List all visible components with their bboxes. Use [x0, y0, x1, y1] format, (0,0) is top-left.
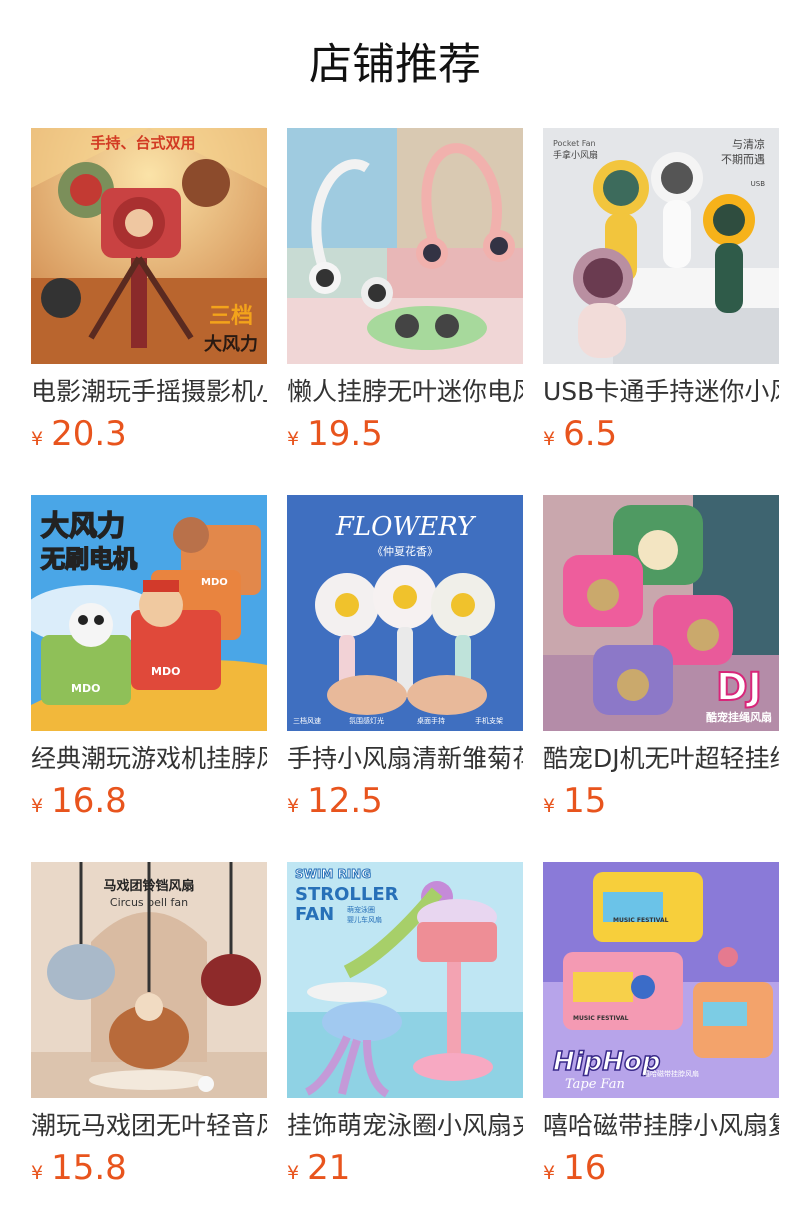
- image-text-8d: 萌宠泳圈: [347, 905, 375, 914]
- product-name[interactable]: 嘻哈磁带挂脖小风扇复古: [543, 1108, 779, 1144]
- price-value: 21: [307, 1148, 351, 1188]
- price-value: 16.8: [51, 781, 127, 821]
- product-price: ¥15: [543, 779, 606, 823]
- currency-symbol: ¥: [287, 428, 300, 450]
- image-text-3b: 手拿小风扇: [553, 149, 598, 161]
- price-value: 20.3: [51, 414, 127, 454]
- product-name[interactable]: 懒人挂脖无叶迷你电风扇: [287, 374, 523, 410]
- product-card-9[interactable]: HipHop Tape Fan MUSIC FESTIVAL MUSIC FES…: [543, 862, 779, 1192]
- image-text-3d: 不期而遇: [721, 153, 765, 166]
- image-text-5a: FLOWERY: [335, 512, 477, 542]
- image-text-4c: MDO: [71, 682, 100, 695]
- product-card-7[interactable]: 马戏团铃铛风扇 Circus bell fan 潮玩马戏团无叶轻音风扇 ¥15.…: [31, 862, 267, 1192]
- currency-symbol: ¥: [31, 795, 44, 817]
- image-text-1b: 三档: [209, 304, 253, 329]
- image-text-6b: 酷宠挂绳风扇: [706, 710, 772, 724]
- product-price: ¥21: [287, 1146, 350, 1190]
- product-card-8[interactable]: SWIM RING STROLLER FAN 萌宠泳圈 婴儿车风扇 挂饰萌宠泳圈…: [287, 862, 523, 1192]
- price-value: 15: [563, 781, 607, 821]
- currency-symbol: ¥: [287, 795, 300, 817]
- image-text-5e: 桌面手持: [417, 716, 445, 725]
- image-text-8c: FAN: [295, 904, 334, 925]
- currency-symbol: ¥: [543, 795, 556, 817]
- page-title: 店铺推荐: [309, 40, 481, 90]
- product-card-2[interactable]: 懒人挂脖无叶迷你电风扇 ¥19.5: [287, 128, 523, 458]
- currency-symbol: ¥: [543, 1162, 556, 1184]
- product-card-3[interactable]: Pocket Fan 手拿小风扇 与清凉 不期而遇 USB USB卡通手持迷你小…: [543, 128, 779, 458]
- product-name[interactable]: USB卡通手持迷你小风扇: [543, 374, 779, 410]
- price-value: 15.8: [51, 1148, 127, 1188]
- product-image-3[interactable]: Pocket Fan 手拿小风扇 与清凉 不期而遇 USB: [543, 128, 779, 364]
- image-text-4d: MDO: [151, 665, 180, 678]
- product-card-1[interactable]: 手持、台式双用 三档 大风力 电影潮玩手摇摄影机小风扇 ¥20.3: [31, 128, 267, 458]
- product-image-8[interactable]: SWIM RING STROLLER FAN 萌宠泳圈 婴儿车风扇: [287, 862, 523, 1098]
- product-card-4[interactable]: 大风力 无刷电机 MDO MDO MDO 经典潮玩游戏机挂脖风扇 ¥16.8: [31, 495, 267, 825]
- image-text-5f: 手机支架: [475, 716, 503, 725]
- image-text-9e: 嘻哈磁带挂脖风扇: [643, 1069, 699, 1078]
- image-text-3c: 与清凉: [732, 137, 765, 151]
- product-price: ¥16: [543, 1146, 606, 1190]
- product-price: ¥19.5: [287, 412, 383, 456]
- product-name[interactable]: 手持小风扇清新雏菊花朵: [287, 741, 523, 777]
- product-card-6[interactable]: DJ 酷宠挂绳风扇 酷宠DJ机无叶超轻挂绳风扇 ¥15: [543, 495, 779, 825]
- image-text-4a: 大风力: [41, 509, 125, 542]
- image-text-9c: MUSIC FESTIVAL: [613, 917, 669, 924]
- image-text-6a: DJ: [716, 665, 762, 709]
- price-value: 6.5: [563, 414, 618, 454]
- price-value: 16: [563, 1148, 607, 1188]
- product-image-5[interactable]: FLOWERY 《仲夏花香》 三档风速 氛围感灯光 桌面手持 手机支架: [287, 495, 523, 731]
- product-price: ¥12.5: [287, 779, 383, 823]
- image-text-8e: 婴儿车风扇: [347, 915, 382, 924]
- image-text-8a: SWIM RING: [295, 867, 371, 881]
- image-text-9d: MUSIC FESTIVAL: [573, 1015, 629, 1022]
- product-name[interactable]: 潮玩马戏团无叶轻音风扇: [31, 1108, 267, 1144]
- product-image-1[interactable]: 手持、台式双用 三档 大风力: [31, 128, 267, 364]
- product-image-6[interactable]: DJ 酷宠挂绳风扇: [543, 495, 779, 731]
- image-text-5d: 氛围感灯光: [349, 716, 384, 725]
- image-text-3a: Pocket Fan: [553, 139, 596, 148]
- product-name[interactable]: 挂饰萌宠泳圈小风扇夹: [287, 1108, 523, 1144]
- product-name[interactable]: 酷宠DJ机无叶超轻挂绳风扇: [543, 741, 779, 777]
- image-text-4e: MDO: [201, 577, 228, 588]
- currency-symbol: ¥: [31, 428, 44, 450]
- image-text-5c: 三档风速: [293, 716, 321, 725]
- image-text-8b: STROLLER: [295, 884, 399, 905]
- product-name[interactable]: 经典潮玩游戏机挂脖风扇: [31, 741, 267, 777]
- image-text-4b: 无刷电机: [41, 545, 137, 573]
- image-text-3e: USB: [751, 180, 766, 188]
- product-image-2[interactable]: [287, 128, 523, 364]
- product-price: ¥16.8: [31, 779, 127, 823]
- currency-symbol: ¥: [287, 1162, 300, 1184]
- image-text-1a: 手持、台式双用: [90, 134, 195, 152]
- product-image-4[interactable]: 大风力 无刷电机 MDO MDO MDO: [31, 495, 267, 731]
- image-text-7b: Circus bell fan: [110, 896, 188, 909]
- currency-symbol: ¥: [31, 1162, 44, 1184]
- image-text-1c: 大风力: [204, 333, 258, 355]
- image-text-5b: 《仲夏花香》: [372, 544, 438, 558]
- product-price: ¥15.8: [31, 1146, 127, 1190]
- product-name[interactable]: 电影潮玩手摇摄影机小风扇: [31, 374, 267, 410]
- currency-symbol: ¥: [543, 428, 556, 450]
- price-value: 12.5: [307, 781, 383, 821]
- product-image-9[interactable]: HipHop Tape Fan MUSIC FESTIVAL MUSIC FES…: [543, 862, 779, 1098]
- image-text-7a: 马戏团铃铛风扇: [103, 878, 194, 894]
- image-text-9b: Tape Fan: [565, 1077, 625, 1092]
- product-price: ¥6.5: [543, 412, 617, 456]
- product-card-5[interactable]: FLOWERY 《仲夏花香》 三档风速 氛围感灯光 桌面手持 手机支架 手持小风…: [287, 495, 523, 825]
- product-image-7[interactable]: 马戏团铃铛风扇 Circus bell fan: [31, 862, 267, 1098]
- price-value: 19.5: [307, 414, 383, 454]
- product-price: ¥20.3: [31, 412, 127, 456]
